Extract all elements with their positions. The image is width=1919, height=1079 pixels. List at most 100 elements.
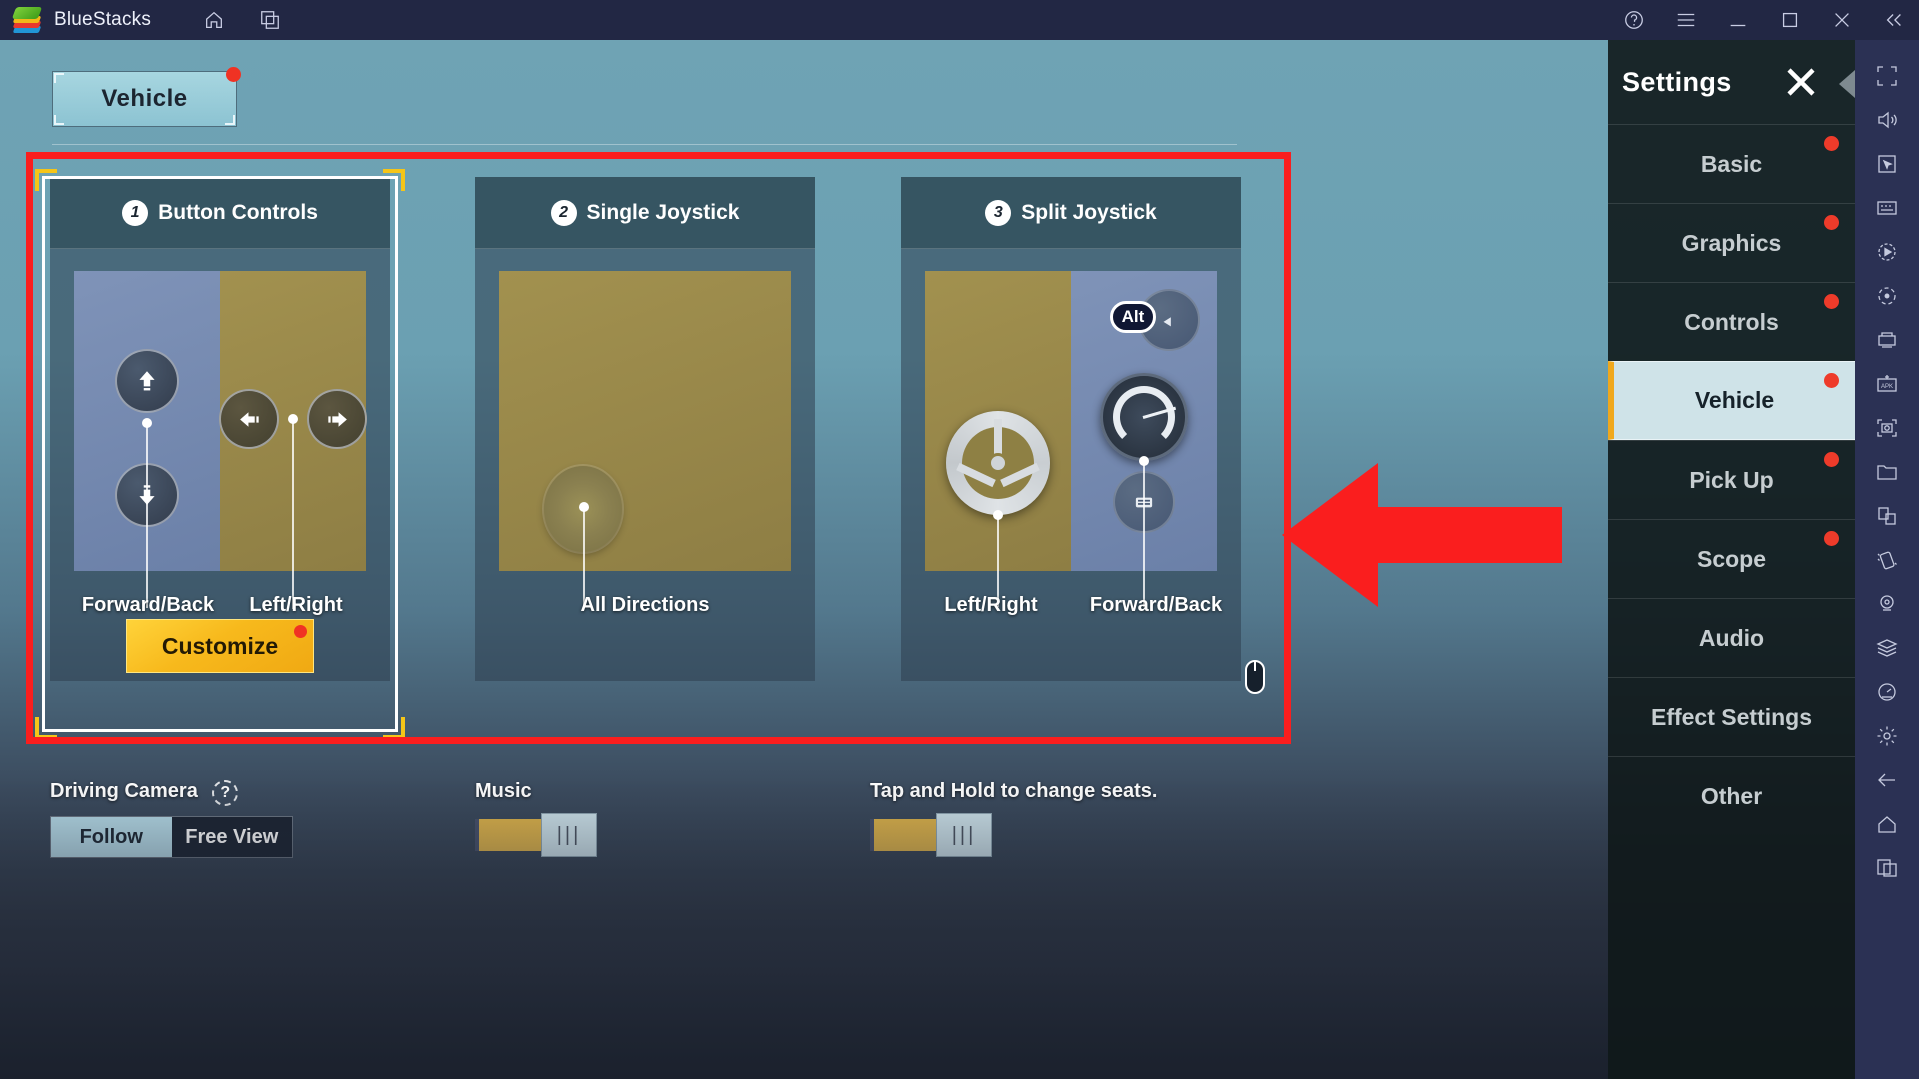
arrow-right-icon[interactable] xyxy=(307,389,367,449)
keyboard-icon[interactable] xyxy=(1855,186,1919,230)
macro-record-icon[interactable] xyxy=(1855,230,1919,274)
svg-text:APK: APK xyxy=(1881,384,1893,390)
rotate-icon[interactable] xyxy=(1855,274,1919,318)
driving-camera-segmented-control[interactable]: Follow Free View xyxy=(50,816,293,858)
copy-icon[interactable] xyxy=(1855,494,1919,538)
preview-caption: Left/Right xyxy=(944,594,1038,616)
recents-icon[interactable] xyxy=(1855,846,1919,890)
vehicle-tab-button[interactable]: Vehicle xyxy=(52,67,241,127)
notification-dot xyxy=(1824,136,1839,151)
divider xyxy=(52,144,1237,145)
settings-item-label: Audio xyxy=(1698,624,1765,651)
card-header: 2 Single Joystick xyxy=(475,177,815,249)
music-group: Music ||| xyxy=(475,780,615,857)
settings-item-label: Vehicle xyxy=(1694,387,1775,413)
preview-caption: Left/Right xyxy=(249,594,343,616)
pointer-icon[interactable] xyxy=(1855,142,1919,186)
settings-item-other[interactable]: Other xyxy=(1608,756,1855,835)
settings-item-graphics[interactable]: Graphics xyxy=(1608,203,1855,282)
app-title: BlueStacks xyxy=(54,9,152,30)
close-icon[interactable] xyxy=(1783,64,1819,100)
card-title: Single Joystick xyxy=(586,200,740,224)
media-folder-icon[interactable] xyxy=(1855,450,1919,494)
preview-caption: Forward/Back xyxy=(1089,594,1223,616)
location-icon[interactable] xyxy=(1855,582,1919,626)
card-number-badge: 3 xyxy=(985,199,1012,226)
bluestacks-window: BlueStacks Vehicle 1 Button Controls For… xyxy=(0,0,1919,1079)
leader-line xyxy=(288,414,298,609)
settings-gear-icon[interactable] xyxy=(1855,714,1919,758)
home-icon[interactable] xyxy=(203,9,225,31)
game-viewport: Vehicle 1 Button Controls Forward/Back L… xyxy=(0,40,1855,1079)
settings-item-scope[interactable]: Scope xyxy=(1608,519,1855,598)
settings-item-label: Graphics xyxy=(1681,229,1782,256)
card-button-controls[interactable]: 1 Button Controls Forward/Back Left/Righ… xyxy=(50,177,390,681)
alt-key-badge: Alt xyxy=(1110,301,1156,333)
multi-instance-sync-icon[interactable] xyxy=(1855,626,1919,670)
settings-panel: Settings Basic Graphics Controls Vehicle… xyxy=(1608,40,1855,1079)
card-body: Forward/Back Left/Right Customize xyxy=(50,249,390,681)
settings-header: Settings xyxy=(1608,40,1855,124)
notification-dot xyxy=(226,67,241,82)
bottom-settings-row: Driving Camera ? Follow Free View Music … xyxy=(50,780,1300,900)
tap-hold-seats-slider[interactable]: ||| xyxy=(870,813,1010,857)
arrow-left-icon[interactable] xyxy=(219,389,279,449)
menu-icon[interactable] xyxy=(1675,9,1697,31)
control-preview: Alt xyxy=(925,271,1217,607)
settings-item-controls[interactable]: Controls xyxy=(1608,282,1855,361)
slider-thumb[interactable]: ||| xyxy=(936,813,992,857)
leader-line xyxy=(579,502,589,607)
segment-follow[interactable]: Follow xyxy=(51,817,172,857)
card-number-badge: 2 xyxy=(550,199,577,226)
preview-right-zone xyxy=(219,271,367,609)
minimize-icon[interactable] xyxy=(1727,9,1749,31)
close-icon[interactable] xyxy=(1831,9,1853,31)
notification-dot xyxy=(1824,294,1839,309)
steering-wheel-icon[interactable] xyxy=(946,411,1050,515)
settings-item-audio[interactable]: Audio xyxy=(1608,598,1855,677)
shake-icon[interactable] xyxy=(1855,538,1919,582)
screenshot-icon[interactable] xyxy=(1855,406,1919,450)
arrow-up-icon[interactable] xyxy=(115,349,179,413)
window-controls xyxy=(1623,0,1919,40)
slider-thumb[interactable]: ||| xyxy=(541,813,597,857)
customize-button[interactable]: Customize xyxy=(126,619,314,673)
speedometer-icon[interactable] xyxy=(1100,373,1188,461)
settings-item-vehicle[interactable]: Vehicle xyxy=(1608,361,1855,440)
collapse-arrow-icon[interactable] xyxy=(1839,70,1855,98)
multi-instance-icon[interactable] xyxy=(259,9,281,31)
music-slider[interactable]: ||| xyxy=(475,813,615,857)
game-controls-icon[interactable] xyxy=(1855,318,1919,362)
card-body: All Directions xyxy=(475,249,815,681)
preview-zone xyxy=(499,271,791,607)
settings-item-label: Effect Settings xyxy=(1650,703,1813,730)
install-apk-icon[interactable]: APK xyxy=(1855,362,1919,406)
leader-knob xyxy=(579,502,589,512)
vehicle-tab-label: Vehicle xyxy=(101,85,188,112)
back-icon[interactable] xyxy=(1855,758,1919,802)
help-icon[interactable] xyxy=(1623,9,1645,31)
slider-track xyxy=(870,819,946,851)
volume-icon[interactable] xyxy=(1855,98,1919,142)
settings-item-pick-up[interactable]: Pick Up xyxy=(1608,440,1855,519)
fullscreen-icon[interactable] xyxy=(1855,54,1919,98)
preview-left-zone xyxy=(74,271,220,608)
gauge-icon[interactable] xyxy=(1855,670,1919,714)
settings-item-basic[interactable]: Basic xyxy=(1608,124,1855,203)
collapse-icon[interactable] xyxy=(1883,9,1905,31)
settings-item-effect-settings[interactable]: Effect Settings xyxy=(1608,677,1855,756)
help-icon[interactable]: ? xyxy=(212,780,239,806)
maximize-icon[interactable] xyxy=(1779,9,1801,31)
card-single-joystick[interactable]: 2 Single Joystick All Directions xyxy=(475,177,815,681)
bluestacks-logo-icon xyxy=(11,7,43,33)
home-icon[interactable] xyxy=(1855,802,1919,846)
notification-dot xyxy=(1824,452,1839,467)
notification-dot xyxy=(294,625,307,638)
leader-line xyxy=(142,418,152,608)
notification-dot xyxy=(1824,531,1839,546)
segment-free-view[interactable]: Free View xyxy=(171,817,292,857)
corner-decoration xyxy=(225,115,235,125)
leader-knob xyxy=(1139,456,1149,466)
card-split-joystick[interactable]: 3 Split Joystick Alt Left/Right Forward/… xyxy=(901,177,1241,681)
tap-hold-seats-label: Tap and Hold to change seats. xyxy=(870,780,1158,802)
